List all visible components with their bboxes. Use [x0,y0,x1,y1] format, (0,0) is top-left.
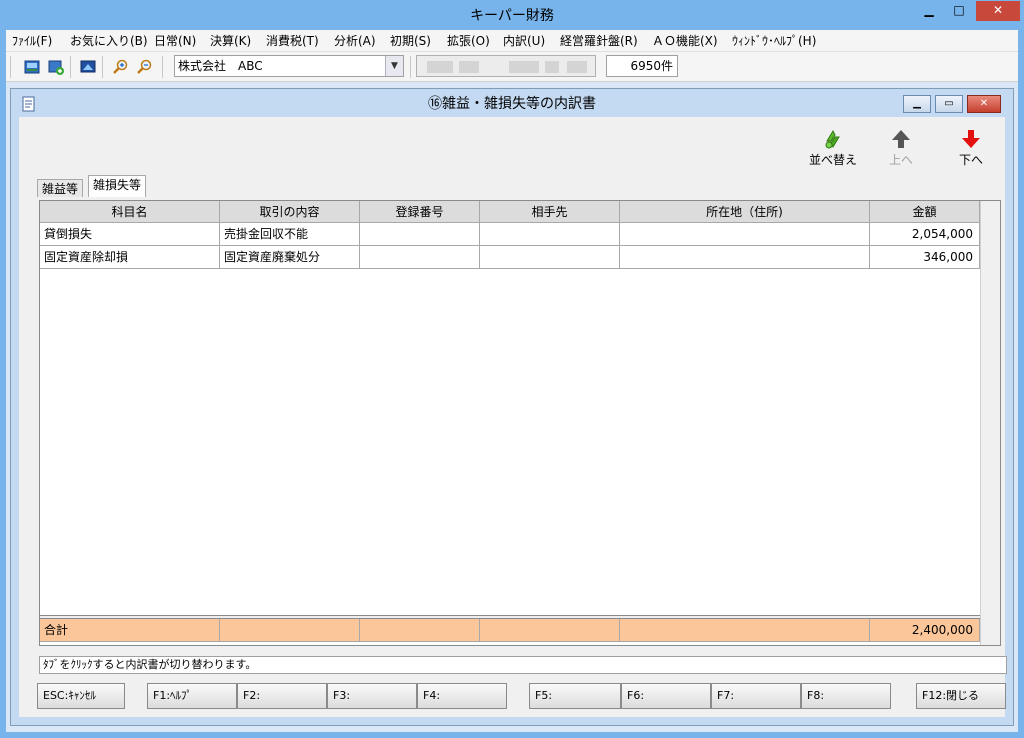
window-close-button[interactable]: ✕ [967,95,1001,113]
f8-button[interactable]: F8: [801,683,891,709]
toolbar: 株式会社 ABC ▼ 6950件 [6,52,1018,82]
vertical-scrollbar[interactable] [980,201,1000,645]
menu-analysis[interactable]: 分析(A) [334,30,376,52]
maximize-button[interactable]: □ [946,1,972,21]
total-cell [360,619,480,642]
menu-favorites[interactable]: お気に入り(B) [70,30,148,52]
company-select[interactable]: 株式会社 ABC ▼ [174,55,404,77]
move-up-button[interactable]: 上へ [879,127,923,168]
toolbar-separator [102,56,103,78]
sort-icon [825,129,840,149]
chevron-down-icon[interactable]: ▼ [385,56,403,76]
window-title: ⑯雑益・雑損失等の内訳書 [428,96,596,112]
f6-button[interactable]: F6: [621,683,711,709]
menu-ao[interactable]: ＡＯ機能(X) [652,30,718,52]
menu-consumption-tax[interactable]: 消費税(T) [266,30,319,52]
redacted-field [416,55,596,77]
window-maximize-button[interactable]: ▭ [935,95,963,113]
menu-file[interactable]: ﾌｧｲﾙ(F) [12,30,52,52]
total-cell [480,619,620,642]
status-message: ﾀﾌﾞをｸﾘｯｸすると内訳書が切り替わります。 [39,656,1007,674]
cell-account[interactable]: 貸倒損失 [40,223,220,246]
close-button[interactable]: ✕ [976,1,1020,21]
f5-button[interactable]: F5: [529,683,621,709]
column-header-address[interactable]: 所在地（住所) [620,201,870,223]
breakdown-window: ⑯雑益・雑損失等の内訳書 ▁ ▭ ✕ 並べ替え 上へ 下へ 雑益等 雑損失等 科… [10,88,1014,726]
menu-settlement[interactable]: 決算(K) [210,30,251,52]
arrow-down-icon [962,130,980,148]
column-header-content[interactable]: 取引の内容 [220,201,360,223]
minimize-button[interactable]: ▁ [916,1,942,21]
zoom-out-icon[interactable] [136,59,152,75]
cell-partner[interactable] [480,246,620,269]
window-minimize-button[interactable]: ▁ [903,95,931,113]
cell-registration[interactable] [360,223,480,246]
toolbar-separator [410,56,411,78]
column-header-partner[interactable]: 相手先 [480,201,620,223]
save-image-icon[interactable] [24,59,40,75]
toolbar-separator [162,56,163,78]
monitor-icon[interactable] [80,59,96,75]
cell-content[interactable]: 固定資産廃棄処分 [220,246,360,269]
cell-address[interactable] [620,246,870,269]
breakdown-table: 科目名 取引の内容 登録番号 相手先 所在地（住所) 金額 貸倒損失 売掛金回収… [39,200,1001,646]
menu-daily[interactable]: 日常(N) [154,30,196,52]
company-select-value: 株式会社 ABC [178,59,263,73]
toolbar-grip [10,56,11,78]
f1-help-button[interactable]: F1:ﾍﾙﾌﾟ [147,683,237,709]
f7-button[interactable]: F7: [711,683,801,709]
f2-button[interactable]: F2: [237,683,327,709]
total-cell [220,619,360,642]
esc-cancel-button[interactable]: ESC:ｷｬﾝｾﾙ [37,683,125,709]
column-header-amount[interactable]: 金額 [870,201,980,223]
column-header-account[interactable]: 科目名 [40,201,220,223]
cell-amount[interactable]: 2,054,000 [870,223,980,246]
window-body: 並べ替え 上へ 下へ 雑益等 雑損失等 科目名 取引の内容 登録番号 相手先 所… [19,117,1007,717]
f12-close-button[interactable]: F12:閉じる [916,683,1006,709]
tab-misc-loss[interactable]: 雑損失等 [88,175,147,197]
menu-extension[interactable]: 拡張(O) [447,30,490,52]
sort-button[interactable]: 並べ替え [803,127,863,168]
sort-label: 並べ替え [808,153,857,167]
move-down-label: 下へ [958,153,983,167]
column-header-registration[interactable]: 登録番号 [360,201,480,223]
arrow-up-icon [892,130,910,148]
move-up-label: 上へ [888,153,913,167]
cell-amount[interactable]: 346,000 [870,246,980,269]
menu-bar: ﾌｧｲﾙ(F) お気に入り(B) 日常(N) 決算(K) 消費税(T) 分析(A… [6,30,1018,52]
cell-registration[interactable] [360,246,480,269]
import-icon[interactable] [48,59,64,75]
menu-window-help[interactable]: ｳｨﾝﾄﾞｳ･ﾍﾙﾌﾟ(H) [732,30,816,52]
move-down-button[interactable]: 下へ [949,127,993,168]
menu-initial[interactable]: 初期(S) [390,30,431,52]
menu-compass[interactable]: 経営羅針盤(R) [560,30,638,52]
f3-button[interactable]: F3: [327,683,417,709]
app-title: キーパー財務 [470,8,554,24]
cell-address[interactable] [620,223,870,246]
cell-account[interactable]: 固定資産除却損 [40,246,220,269]
toolbar-separator [70,56,71,78]
record-count: 6950件 [606,55,678,77]
f4-button[interactable]: F4: [417,683,507,709]
tab-misc-income[interactable]: 雑益等 [37,179,84,197]
total-cell [620,619,870,642]
zoom-in-icon[interactable] [112,59,128,75]
total-amount: 2,400,000 [870,619,980,642]
total-label: 合計 [40,619,220,642]
menu-breakdown[interactable]: 内訳(U) [503,30,545,52]
cell-partner[interactable] [480,223,620,246]
cell-content[interactable]: 売掛金回収不能 [220,223,360,246]
